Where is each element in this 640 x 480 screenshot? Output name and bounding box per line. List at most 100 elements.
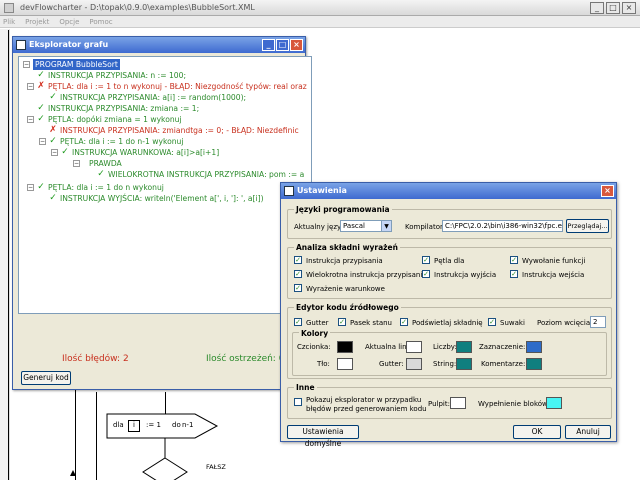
main-window-title: devFlowcharter - D:\topak\0.9.0\examples…: [20, 3, 255, 12]
menu-file[interactable]: Plik: [3, 16, 15, 27]
syntax-checkbox-input[interactable]: ✓: [510, 270, 518, 278]
tree-node-label: PĘTLA: dla i := 1 do n-1 wykonuj: [60, 137, 184, 146]
settings-dialog: Ustawienia × Języki programowania Aktual…: [280, 182, 617, 448]
desktop-color-swatch[interactable]: [450, 397, 466, 409]
settings-close-button[interactable]: ×: [601, 185, 614, 197]
syntax-checkbox-for-loop[interactable]: ✓: [422, 256, 430, 264]
explorer-close-button[interactable]: ×: [290, 39, 303, 51]
tree-node[interactable]: − ✓ INSTRUKCJA WARUNKOWA: a[i]>a[i+1]: [51, 147, 219, 158]
tree-node[interactable]: − ✗ PĘTLA: dla i := 1 to n wykonuj - BŁĄ…: [27, 81, 307, 92]
maximize-button[interactable]: □: [606, 2, 620, 14]
tree-node-label: INSTRUKCJA PRZYPISANIA: n := 100;: [48, 71, 187, 80]
settings-title: Ustawienia: [297, 186, 347, 195]
current-line-color-swatch[interactable]: [406, 341, 422, 353]
chevron-down-icon[interactable]: ▼: [381, 221, 391, 231]
syntax-checkbox-output[interactable]: ✓: [422, 270, 430, 278]
tree-node[interactable]: ✓ WIELOKROTNA INSTRUKCJA PRZYPISANIA: po…: [97, 169, 304, 180]
error-cross-icon: ✗: [49, 125, 57, 135]
syntax-label: Instrukcja wejścia: [522, 271, 585, 279]
menu-help[interactable]: Pomoc: [89, 16, 112, 27]
generate-code-button[interactable]: Generuj kod: [21, 371, 71, 385]
selection-color-swatch[interactable]: [526, 341, 542, 353]
check-icon: ✓: [49, 136, 57, 146]
language-select[interactable]: Pascal ▼: [340, 220, 392, 232]
numbers-color-swatch[interactable]: [456, 341, 472, 353]
editor-checkbox-syntax-highlight[interactable]: ✓: [400, 318, 408, 326]
browse-button[interactable]: Przeglądaj...: [566, 219, 609, 233]
syntax-checkbox-multi-assignment[interactable]: ✓: [294, 270, 302, 278]
explorer-title: Eksplorator grafu: [29, 40, 109, 49]
cancel-button[interactable]: Anuluj: [565, 425, 611, 439]
syntax-group-title: Analiza składni wyrażeń: [294, 243, 400, 252]
default-settings-button[interactable]: Ustawienia domyślne: [287, 425, 359, 448]
explorer-minimize-button[interactable]: _: [262, 39, 275, 51]
check-icon: ✓: [61, 147, 69, 157]
tree-node[interactable]: ✗ INSTRUKCJA PRZYPISANIA: zmiandtga := 0…: [49, 125, 298, 136]
editor-group-title: Edytor kodu źródłowego: [294, 303, 401, 312]
tree-node[interactable]: ✓ INSTRUKCJA PRZYPISANIA: a[i] := random…: [49, 92, 246, 103]
color-label: Czcionka:: [297, 343, 331, 351]
font-color-swatch[interactable]: [337, 341, 353, 353]
explorer-maximize-button[interactable]: □: [276, 39, 289, 51]
settings-icon: [284, 186, 294, 196]
editor-checkbox-gutter[interactable]: ✓: [294, 318, 302, 326]
show-explorer-label-line2: błędów przed generowaniem kodu: [306, 405, 427, 413]
check-icon: ✓: [49, 92, 57, 102]
syntax-checkbox-assignment[interactable]: ✓: [294, 256, 302, 264]
menu-options[interactable]: Opcje: [59, 16, 79, 27]
color-label: String:: [433, 360, 457, 368]
check-icon: ✓: [49, 193, 57, 203]
menu-bar: Plik Projekt Opcje Pomoc: [0, 16, 640, 28]
background-color-swatch[interactable]: [337, 358, 353, 370]
check-icon: ✓: [37, 182, 45, 192]
syntax-checkbox-condition[interactable]: ✓: [294, 284, 302, 292]
editor-checkbox-status-bar[interactable]: ✓: [338, 318, 346, 326]
branch-false-label: FAŁSZ: [206, 463, 226, 471]
editor-label: Pasek stanu: [350, 319, 392, 327]
tree-expander[interactable]: −: [23, 61, 30, 68]
tree-node[interactable]: ✓ INSTRUKCJA WYJŚCIA: writeln('Element a…: [49, 193, 263, 204]
editor-label: Gutter: [306, 319, 329, 327]
editor-checkbox-scrollbars[interactable]: ✓: [488, 318, 496, 326]
colors-group-title: Kolory: [299, 329, 331, 338]
syntax-label: Wielokrotna instrukcja przypisania: [306, 271, 427, 279]
tree-node[interactable]: − ✓ PĘTLA: dla i := 1 do n-1 wykonuj: [39, 136, 183, 147]
tree-expander[interactable]: −: [27, 116, 34, 123]
close-button[interactable]: ×: [622, 2, 636, 14]
show-explorer-checkbox[interactable]: [294, 398, 302, 406]
explorer-tree[interactable]: − PROGRAM BubbleSort ✓ INSTRUKCJA PRZYPI…: [18, 56, 312, 314]
condition-block-shape[interactable]: [142, 457, 188, 480]
color-label: Komentarze:: [481, 360, 526, 368]
ok-button[interactable]: OK: [513, 425, 561, 439]
syntax-label: Instrukcja wyjścia: [434, 271, 497, 279]
gutter-color-swatch[interactable]: [406, 358, 422, 370]
tree-expander[interactable]: −: [27, 83, 34, 90]
compiler-path-field[interactable]: C:\FPC\2.0.2\bin\i386-win32\fpc.exe: [442, 220, 563, 232]
tree-node[interactable]: − PRAWDA: [73, 158, 122, 169]
main-title-bar: devFlowcharter - D:\topak\0.9.0\examples…: [0, 0, 640, 16]
syntax-group: Analiza składni wyrażeń ✓ Instrukcja prz…: [287, 243, 612, 299]
explorer-title-bar[interactable]: Eksplorator grafu _ □ ×: [13, 37, 305, 53]
menu-project[interactable]: Projekt: [25, 16, 49, 27]
tree-expander[interactable]: −: [73, 160, 80, 167]
tree-expander[interactable]: −: [39, 138, 46, 145]
colors-group: Kolory Czcionka: Aktualna linia: Liczby:…: [292, 329, 607, 376]
minimize-button[interactable]: _: [590, 2, 604, 14]
syntax-checkbox-function-call[interactable]: ✓: [510, 256, 518, 264]
tree-node[interactable]: ✓ INSTRUKCJA PRZYPISANIA: n := 100;: [37, 70, 186, 81]
tree-node-label: PĘTLA: dla i := 1 do n wykonuj: [48, 183, 164, 192]
tree-node-label: PROGRAM BubbleSort: [33, 59, 120, 70]
tree-expander[interactable]: −: [27, 184, 34, 191]
tree-node[interactable]: ✓ INSTRUKCJA PRZYPISANIA: zmiana := 1;: [37, 103, 199, 114]
block-fill-color-swatch[interactable]: [546, 397, 562, 409]
indent-level-input[interactable]: 2: [590, 316, 606, 328]
settings-title-bar[interactable]: Ustawienia ×: [281, 183, 616, 199]
flowchart-connector: [96, 392, 97, 480]
arrow-up-icon: [70, 470, 76, 476]
string-color-swatch[interactable]: [456, 358, 472, 370]
tree-node[interactable]: − PROGRAM BubbleSort: [23, 59, 120, 70]
tree-node[interactable]: − ✓ PĘTLA: dla i := 1 do n wykonuj: [27, 182, 164, 193]
tree-expander[interactable]: −: [51, 149, 58, 156]
comments-color-swatch[interactable]: [526, 358, 542, 370]
tree-node[interactable]: − ✓ PĘTLA: dopóki zmiana = 1 wykonuj: [27, 114, 182, 125]
